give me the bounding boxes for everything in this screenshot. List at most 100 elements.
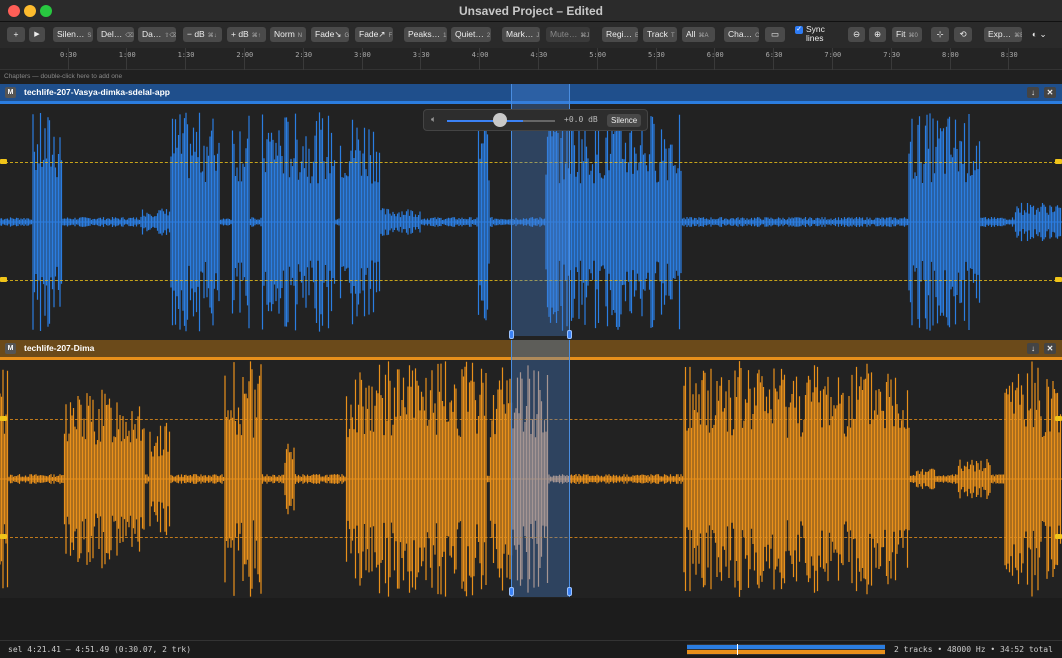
toolbar-button[interactable]: Peaks… 1	[404, 27, 447, 42]
toolbar-button[interactable]: Del… ⌫	[97, 27, 134, 42]
toolbar-button[interactable]: Fade↗ F	[355, 27, 393, 42]
ruler-label: 5:00	[589, 51, 607, 59]
toolbar-button[interactable]: Mute… ⌘J	[546, 27, 590, 42]
toolbar-button[interactable]: + dB ⌘↑	[227, 27, 266, 42]
chapters-lane[interactable]: Chapters — double-click here to add one	[0, 70, 1062, 84]
gain-handle[interactable]	[0, 159, 7, 164]
play-button[interactable]: ▶	[29, 27, 45, 42]
toolbar-button-label: Peaks…	[408, 29, 441, 39]
ruler-label: 6:30	[765, 51, 783, 59]
toolbar-button-label: Track	[647, 29, 668, 39]
toolbar-button[interactable]: Cha… C	[724, 27, 759, 42]
gain-handle[interactable]	[0, 416, 7, 421]
selection-end-handle[interactable]	[567, 330, 572, 339]
app-window: Unsaved Project – Edited + ▶ Silen… S Del……	[0, 0, 1062, 658]
toolbar-button[interactable]: Fade↘ G	[311, 27, 349, 42]
toolbar-button-shortcut: E	[634, 33, 638, 39]
toolbar-button[interactable]: Regi… E	[602, 27, 638, 42]
gain-popup: 🔈︎ +0.0 dB Silence	[423, 109, 648, 131]
toolbar-button-shortcut: ⌘↓	[207, 33, 217, 39]
captions-icon-button[interactable]: ▭	[765, 27, 785, 42]
toolbar-button[interactable]: Mark… J	[502, 27, 540, 42]
toolbar-button-shortcut: 1	[443, 33, 447, 39]
toolbar-button-shortcut: S	[87, 33, 92, 39]
toolbar-button-label: + dB	[231, 29, 249, 39]
selection-info: sel 4:21.41 — 4:51.49 (0:30.07, 2 trk)	[8, 645, 192, 654]
ruler-label: 1:30	[177, 51, 195, 59]
mute-button[interactable]: M	[5, 87, 16, 98]
toolbar-button-shortcut: F	[388, 33, 393, 39]
toolbar: + ▶ Silen… S Del… ⌫ Da… ⇧⌫ − dB ⌘↓ + dB ⌘↑ Norm N Fa…	[0, 22, 1062, 48]
close-track-icon[interactable]: ✕	[1044, 343, 1056, 354]
download-icon[interactable]: ↓	[1027, 87, 1039, 98]
gain-value: +0.0 dB	[564, 115, 598, 124]
toolbar-button-shortcut: ⌫	[125, 33, 134, 39]
gain-slider-knob[interactable]	[493, 113, 507, 127]
gain-handle[interactable]	[1055, 416, 1062, 421]
add-button[interactable]: +	[7, 27, 25, 42]
ruler-label: 3:30	[412, 51, 430, 59]
project-info: 2 tracks • 48000 Hz • 34:52 total	[894, 645, 1053, 654]
gain-handle[interactable]	[1055, 277, 1062, 282]
toolbar-button[interactable]: Track T	[643, 27, 677, 42]
titlebar: Unsaved Project – Edited	[0, 0, 1062, 22]
ruler-label: 7:00	[824, 51, 842, 59]
toolbar-button-shortcut: 2	[486, 33, 491, 39]
toolbar-button[interactable]: Norm N	[270, 27, 306, 42]
selection-start-handle[interactable]	[509, 587, 514, 596]
toolbar-button-label: All	[686, 29, 696, 39]
window-title: Unsaved Project – Edited	[458, 4, 604, 18]
ruler-label: 0:30	[60, 51, 77, 59]
ruler-label: 4:00	[471, 51, 489, 59]
ruler-label: 2:00	[236, 51, 254, 59]
toolbar-button[interactable]: All ⌘A	[682, 27, 715, 42]
toolbar-button-shortcut: T	[670, 33, 675, 39]
ruler-label: 8:00	[942, 51, 959, 59]
zoom-out-icon[interactable]: ⊖	[848, 27, 865, 42]
theme-toggle-icon[interactable]: ◐ ⌄	[1028, 27, 1054, 42]
toolbar-button-shortcut: ⇧⌫	[164, 33, 176, 39]
ruler-label: 2:30	[295, 51, 313, 59]
loop-icon[interactable]: ⟲	[954, 27, 972, 42]
ruler-label: 4:30	[530, 51, 548, 59]
export-button[interactable]: Exp…⌘E	[984, 27, 1022, 42]
zoom-in-icon[interactable]: ⊕	[869, 27, 886, 42]
toolbar-button[interactable]: Silen… S	[53, 27, 93, 42]
toolbar-button[interactable]: − dB ⌘↓	[183, 27, 222, 42]
ruler-label: 7:30	[883, 51, 901, 59]
toolbar-button-label: Da…	[142, 29, 162, 39]
toolbar-button-label: Regi…	[606, 29, 632, 39]
fit-vertical-icon[interactable]: ⊹	[931, 27, 949, 42]
selection-end-handle[interactable]	[567, 587, 572, 596]
empty-lane	[0, 598, 1062, 640]
toolbar-button-shortcut: ⌘↑	[251, 33, 261, 39]
ruler-label: 3:00	[354, 51, 371, 59]
mute-button[interactable]: M	[5, 343, 16, 354]
download-icon[interactable]: ↓	[1027, 343, 1039, 354]
toolbar-button-shortcut: C	[755, 33, 759, 39]
toolbar-button-shortcut: N	[297, 33, 303, 39]
close-track-icon[interactable]: ✕	[1044, 87, 1056, 98]
toolbar-button-shortcut: ⌘A	[698, 33, 709, 39]
toolbar-button[interactable]: Quiet… 2	[451, 27, 491, 42]
time-ruler[interactable]: 0:30 1:00 1:30 2:00 2:30 3:00 3:30 4:00 4:30 5:00…	[0, 48, 1062, 70]
toolbar-button[interactable]: Da… ⇧⌫	[138, 27, 176, 42]
toolbar-button-label: Mute…	[550, 29, 578, 39]
track-name: techlife-207-Dima	[24, 343, 95, 353]
toolbar-button-label: Mark…	[506, 29, 534, 39]
track-name: techlife-207-Vasya-dimka-sdelal-app	[24, 87, 170, 97]
selection-start-handle[interactable]	[509, 330, 514, 339]
silence-button[interactable]: Silence	[607, 114, 642, 127]
overview-minimap[interactable]	[687, 644, 885, 655]
gain-handle[interactable]	[0, 534, 7, 539]
selection-region-2[interactable]	[511, 340, 570, 597]
gain-handle[interactable]	[1055, 159, 1062, 164]
ruler-label: 5:30	[648, 51, 665, 59]
speaker-icon: 🔈︎	[431, 114, 437, 124]
sync-lines-checkbox[interactable]: ✓	[795, 26, 803, 34]
toolbar-button-label: Del…	[101, 29, 123, 39]
fit-button[interactable]: Fit ⌘0	[892, 27, 922, 42]
gain-handle[interactable]	[0, 277, 7, 282]
toolbar-button-shortcut: ⌘J	[580, 33, 590, 39]
gain-handle[interactable]	[1055, 534, 1062, 539]
